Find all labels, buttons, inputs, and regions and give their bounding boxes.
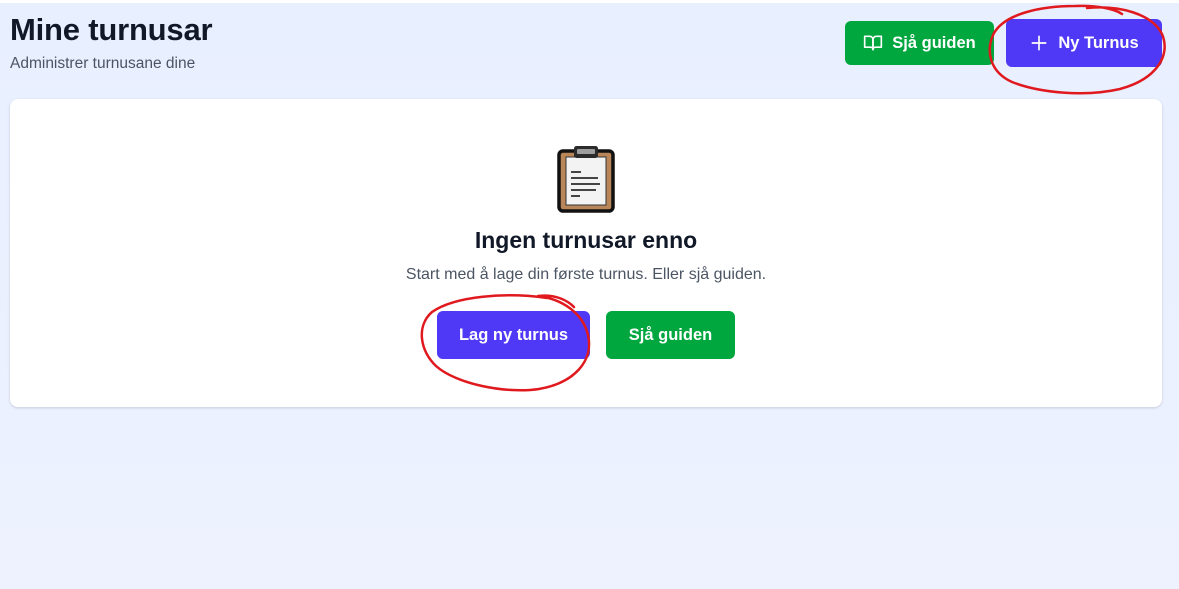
page-header: Mine turnusar Administrer turnusane dine: [10, 12, 213, 74]
book-open-icon: [863, 33, 883, 53]
clipboard-icon: [556, 143, 616, 213]
page-subtitle: Administrer turnusane dine: [10, 55, 196, 72]
new-turnus-button-label: Ny Turnus: [1058, 33, 1139, 52]
guide-button[interactable]: Sjå guiden: [845, 21, 994, 65]
guide-card-button[interactable]: Sjå guiden: [606, 311, 735, 359]
empty-state-card: Ingen turnusar enno Start med å lage din…: [10, 99, 1162, 407]
empty-state-text: Start med å lage din første turnus. Elle…: [405, 266, 767, 283]
empty-state-title: Ingen turnusar enno: [474, 227, 698, 253]
guide-button-label: Sjå guiden: [892, 33, 976, 52]
create-turnus-button[interactable]: Lag ny turnus: [437, 311, 590, 359]
plus-icon: [1029, 33, 1049, 53]
page-title: Mine turnusar: [10, 12, 213, 47]
new-turnus-button[interactable]: Ny Turnus: [1006, 19, 1162, 67]
top-strip: [0, 0, 1179, 3]
